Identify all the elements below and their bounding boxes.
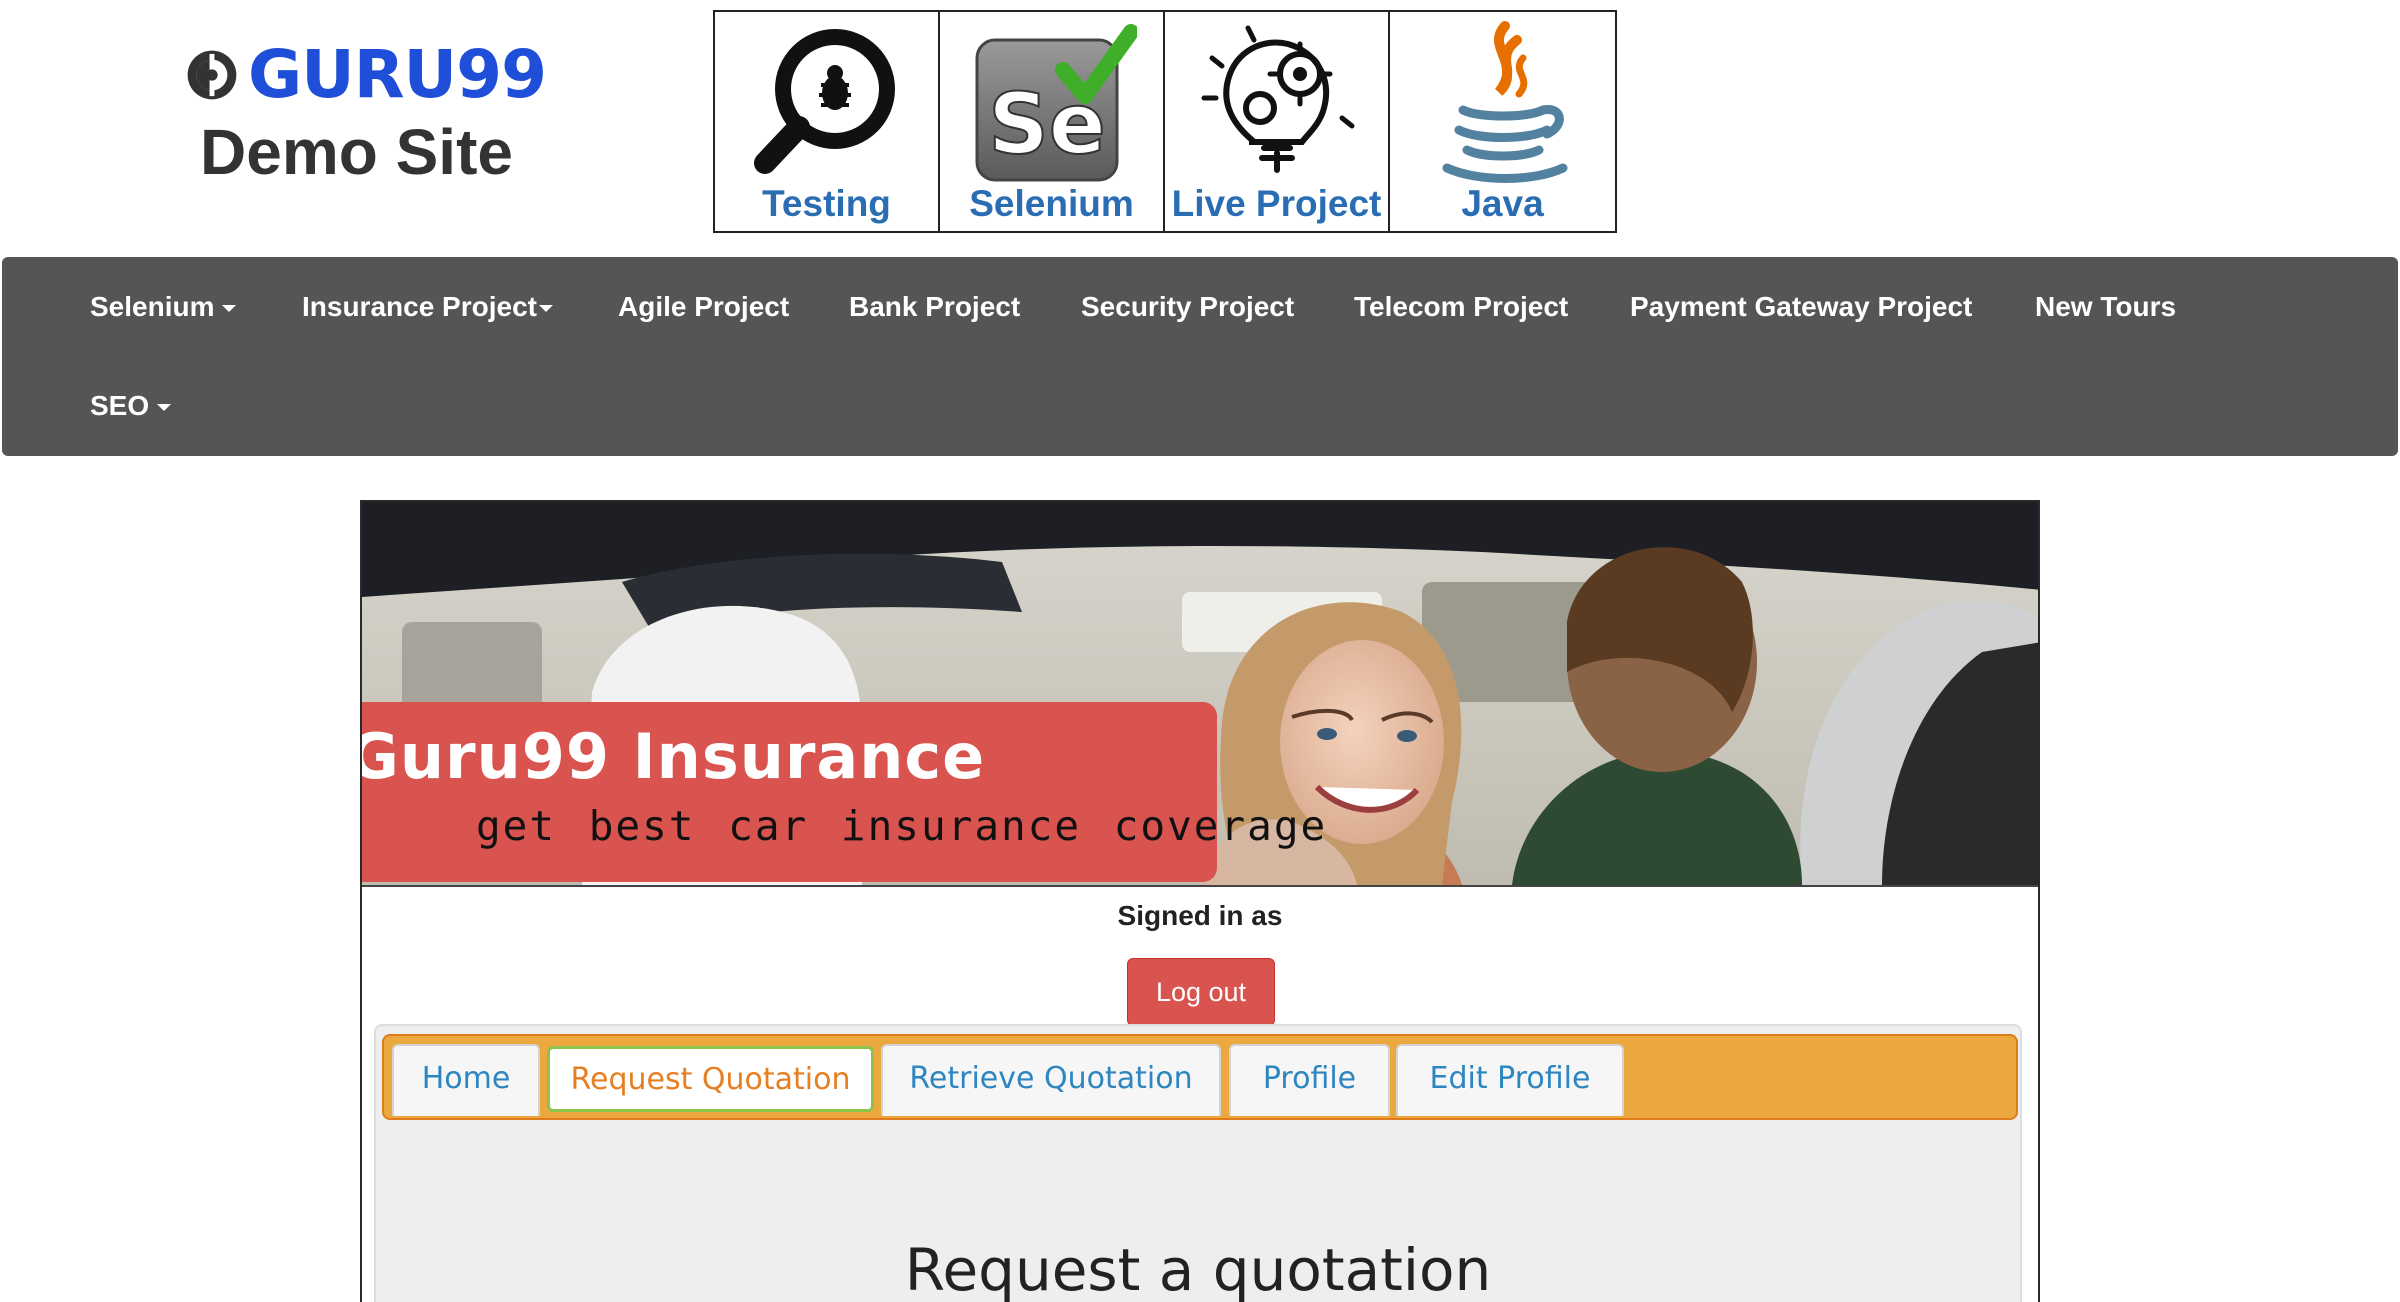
nav-payment-gateway-project[interactable]: Payment Gateway Project: [1630, 257, 1972, 357]
tabs-container: Home Request Quotation Retrieve Quotatio…: [374, 1024, 2022, 1302]
tab-bar: Home Request Quotation Retrieve Quotatio…: [382, 1034, 2018, 1120]
course-testing[interactable]: Testing: [715, 12, 940, 231]
caret-down-icon: [538, 305, 553, 313]
course-label: Testing: [762, 183, 891, 224]
nav-agile-project[interactable]: Agile Project: [618, 257, 789, 357]
main-navbar: Selenium Insurance Project Agile Project…: [2, 257, 2398, 456]
section-title: Request a quotation: [904, 1236, 1492, 1302]
signed-in-label: Signed in as: [1117, 900, 1283, 931]
tab-request-quotation[interactable]: Request Quotation: [547, 1046, 874, 1112]
nav-label: SEO: [90, 390, 150, 421]
nav-bank-project[interactable]: Bank Project: [849, 257, 1020, 357]
course-banner: Testing Se Selenium Live Project Java: [713, 10, 1617, 233]
hero-tagline: get best car insurance coverage: [476, 802, 1328, 850]
course-label: Java: [1461, 183, 1544, 224]
logout-button[interactable]: Log out: [1127, 958, 1275, 1026]
gear-lightbulb-icon: [1201, 25, 1354, 173]
nav-seo[interactable]: SEO: [90, 356, 172, 456]
nav-label: Selenium: [90, 291, 215, 322]
nav-new-tours[interactable]: New Tours: [2035, 257, 2176, 357]
hero-banner: Guru99 Insurance get best car insurance …: [362, 502, 2038, 887]
logo-wordmark: GURU99: [247, 36, 547, 113]
site-logo[interactable]: GURU99 Demo Site: [186, 36, 547, 190]
nav-security-project[interactable]: Security Project: [1081, 257, 1294, 357]
tab-profile[interactable]: Profile: [1229, 1044, 1390, 1116]
tab-retrieve-quotation[interactable]: Retrieve Quotation: [881, 1044, 1221, 1116]
nav-selenium[interactable]: Selenium: [90, 257, 237, 357]
hero-title: Guru99 Insurance: [362, 720, 986, 793]
course-java[interactable]: Java: [1390, 12, 1615, 231]
caret-down-icon: [157, 404, 172, 412]
course-selenium[interactable]: Se Selenium: [940, 12, 1165, 231]
insurance-app-panel: Guru99 Insurance get best car insurance …: [360, 500, 2040, 1302]
course-label: Live Project: [1171, 183, 1382, 224]
java-cup-icon: [1442, 21, 1567, 183]
caret-down-icon: [222, 305, 237, 313]
tab-edit-profile[interactable]: Edit Profile: [1396, 1044, 1624, 1116]
nav-telecom-project[interactable]: Telecom Project: [1354, 257, 1568, 357]
guru99-logo-icon: [187, 50, 237, 100]
site-subtitle: Demo Site: [200, 116, 513, 188]
nav-insurance-project[interactable]: Insurance Project: [302, 257, 553, 357]
selenium-checkmark-icon: Se: [975, 24, 1137, 182]
magnifier-bug-icon: [753, 29, 895, 174]
tab-home[interactable]: Home: [392, 1044, 540, 1116]
nav-label: Insurance Project: [302, 291, 537, 322]
course-live-project[interactable]: Live Project: [1165, 12, 1390, 231]
course-label: Selenium: [969, 183, 1134, 224]
